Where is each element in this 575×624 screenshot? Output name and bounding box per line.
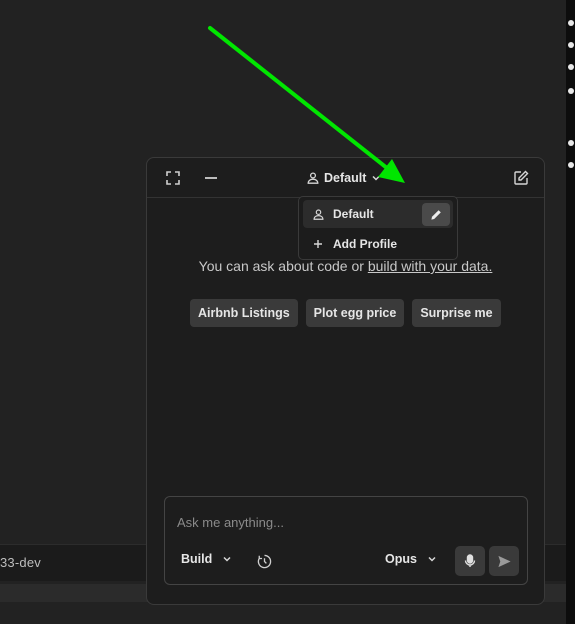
suggestion-chip-egg-price[interactable]: Plot egg price <box>305 299 405 327</box>
history-button[interactable] <box>253 550 275 572</box>
profile-dropdown-trigger[interactable]: Default <box>307 168 381 188</box>
bullet-dot <box>568 64 574 70</box>
mode-select[interactable]: Build <box>181 552 232 566</box>
build-with-data-link[interactable]: build with your data. <box>368 258 493 274</box>
subtext-prefix: You can ask about code or <box>198 258 368 274</box>
edit-square-icon <box>514 170 529 185</box>
user-icon <box>313 208 323 220</box>
bullet-dot <box>568 162 574 168</box>
background-right-edge <box>566 0 575 624</box>
assistant-panel: Default We You can ask about code or bui… <box>146 157 545 605</box>
new-chat-button[interactable] <box>508 165 534 191</box>
microphone-button[interactable] <box>455 546 485 576</box>
bullet-dot <box>568 20 574 26</box>
send-icon <box>497 555 511 567</box>
microphone-icon <box>464 554 476 567</box>
bullet-dot <box>568 42 574 48</box>
chevron-down-icon <box>223 556 231 562</box>
suggestion-chip-surprise[interactable]: Surprise me <box>412 299 501 327</box>
model-select[interactable]: Opus <box>385 552 437 566</box>
profile-label: Default <box>324 171 367 185</box>
minimize-button[interactable] <box>198 165 224 191</box>
expand-button[interactable] <box>160 165 186 191</box>
suggestion-chips: Airbnb Listings Plot egg price Surprise … <box>190 299 501 327</box>
background-status-text: 33-dev <box>0 555 41 570</box>
minus-icon <box>205 177 217 179</box>
chat-composer: Build Opus <box>164 496 528 585</box>
expand-icon <box>166 171 180 185</box>
chat-input[interactable] <box>175 511 509 533</box>
plus-icon <box>314 240 322 248</box>
send-button[interactable] <box>489 546 519 576</box>
user-icon <box>307 172 319 184</box>
bullet-dot <box>568 88 574 94</box>
bullet-dot <box>568 140 574 146</box>
mode-select-value: Build <box>181 552 213 566</box>
model-select-value: Opus <box>385 552 417 566</box>
timer-icon <box>257 554 271 568</box>
edit-profile-button[interactable] <box>422 203 450 226</box>
panel-header: Default <box>147 158 544 198</box>
profile-menu-item-label: Add Profile <box>333 237 398 251</box>
profile-menu-item-add[interactable]: Add Profile <box>303 230 453 258</box>
chevron-down-icon <box>372 175 380 181</box>
profile-menu-item-label: Default <box>333 207 374 221</box>
pencil-icon <box>431 209 441 220</box>
chevron-down-icon <box>428 556 436 562</box>
welcome-subtext: You can ask about code or build with you… <box>147 258 544 274</box>
suggestion-chip-airbnb[interactable]: Airbnb Listings <box>190 299 298 327</box>
profile-menu: Default Add Profile <box>298 196 458 260</box>
profile-menu-item-default[interactable]: Default <box>303 200 453 228</box>
